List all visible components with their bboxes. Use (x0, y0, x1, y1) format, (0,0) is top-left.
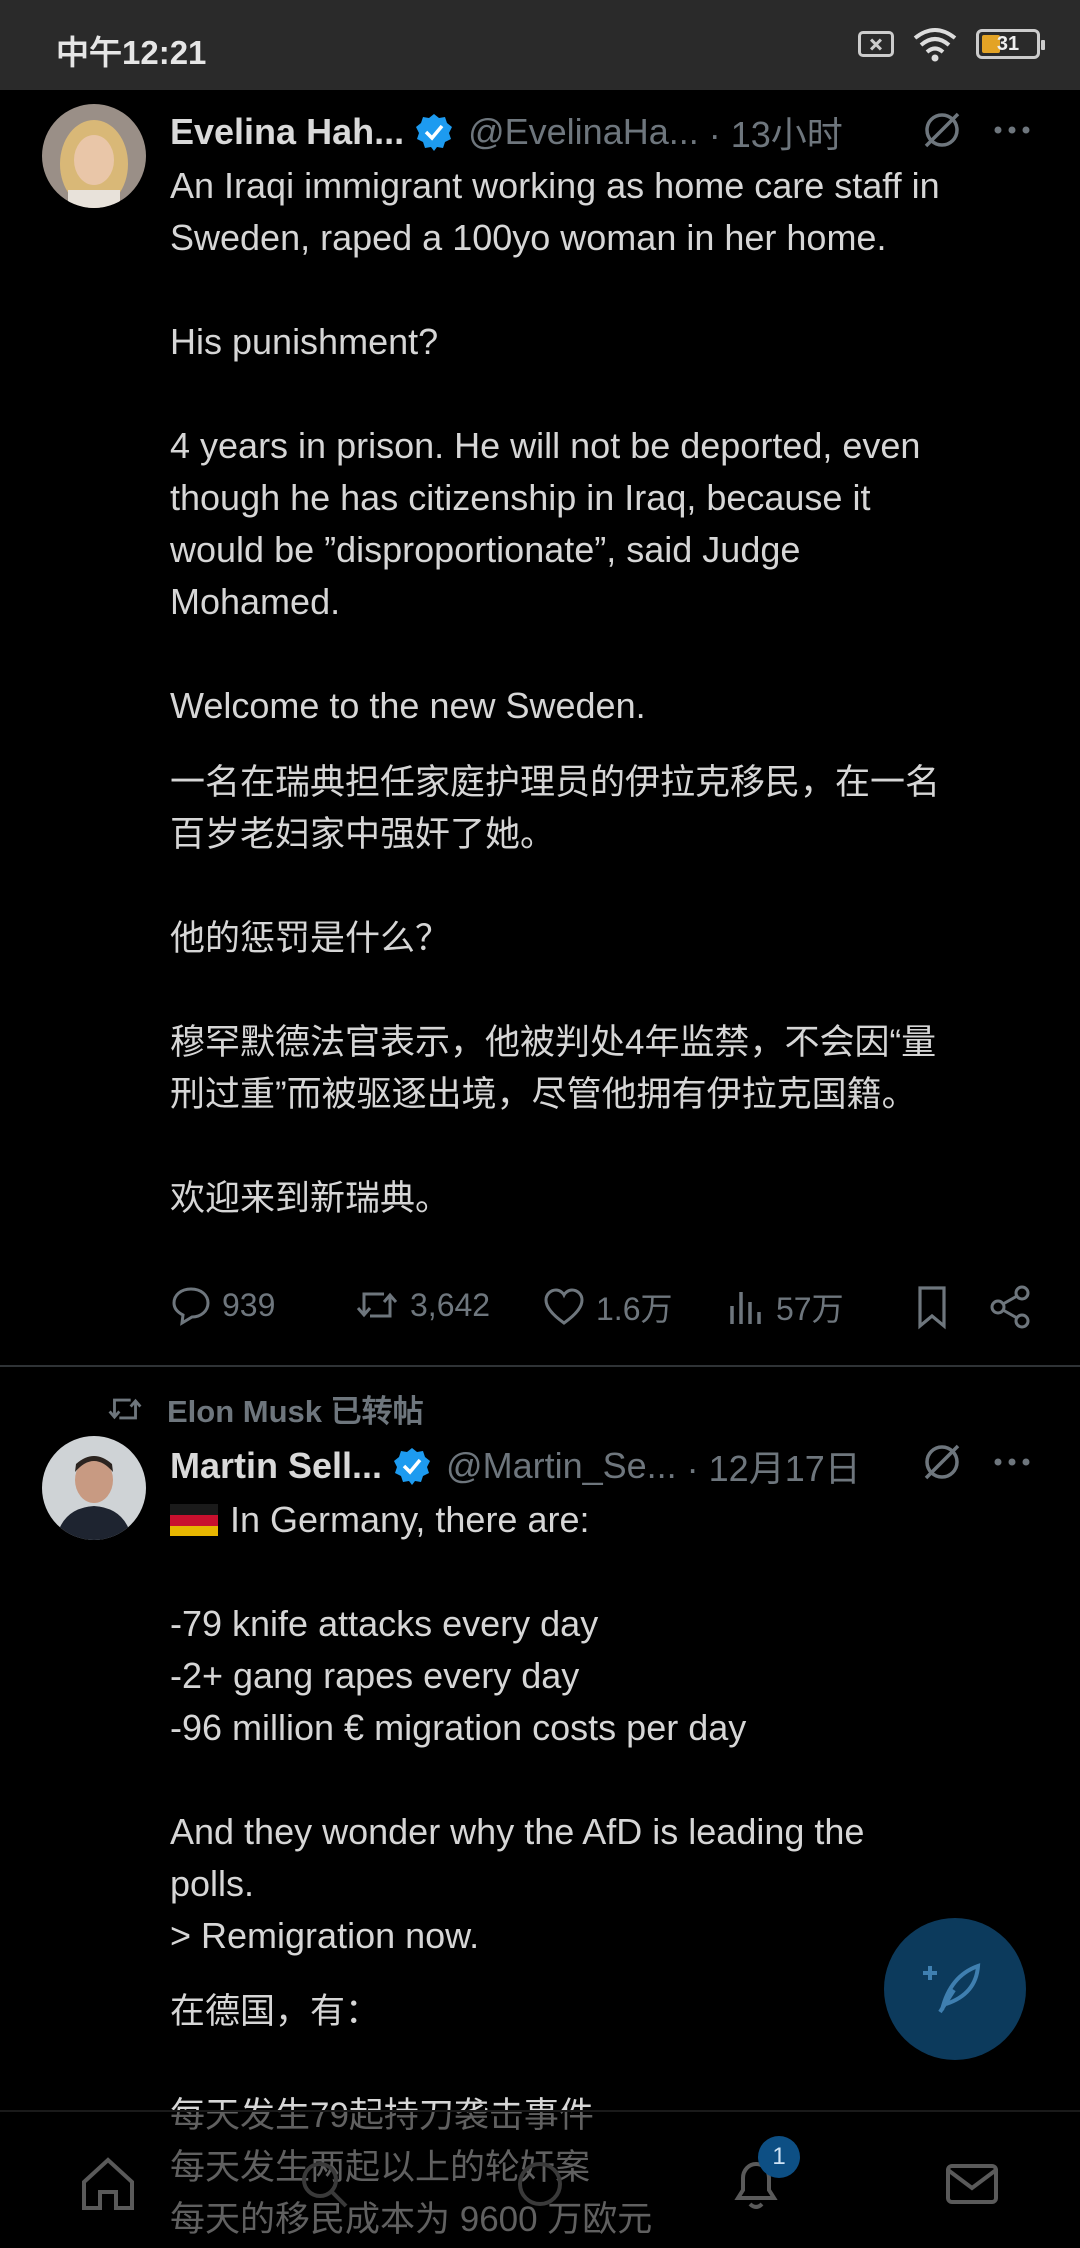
bottom-navigation (0, 2110, 1080, 2248)
more-options-icon[interactable] (990, 1440, 1034, 1484)
reply-count: 939 (222, 1286, 276, 1323)
tweet-evelina[interactable]: Evelina Hah... @EvelinaHa... · 13小时 An I… (0, 0, 1080, 1365)
compose-feather-icon (923, 1963, 981, 2014)
repost-icon (356, 1292, 398, 1318)
like-count: 1.6万 (596, 1291, 673, 1327)
author-name[interactable]: Evelina Hah... (170, 111, 404, 153)
repost-count: 3,642 (410, 1286, 491, 1323)
home-icon[interactable] (76, 2152, 140, 2216)
bookmark-icon[interactable] (912, 1284, 952, 1330)
heart-icon (544, 1288, 584, 1325)
messages-mail-icon[interactable] (940, 2152, 1004, 2216)
compose-button[interactable] (884, 1918, 1026, 2060)
tweet-text-english: -79 knife attacks every day -2+ gang rap… (170, 1603, 865, 1956)
notification-count-badge: 1 (758, 2136, 800, 2178)
grok-icon[interactable] (920, 108, 964, 152)
tweet-actions: 939 3,642 1.6万 57万 (170, 1280, 1050, 1340)
author-handle[interactable]: @EvelinaHa... (468, 111, 699, 153)
repost-label-text: Elon Musk 已转帖 (167, 1394, 424, 1429)
more-options-icon[interactable] (990, 108, 1034, 152)
repost-button[interactable]: 3,642 (354, 1284, 490, 1326)
grok-icon[interactable] (920, 1440, 964, 1484)
views-icon (730, 1292, 761, 1324)
reply-icon (172, 1287, 210, 1326)
tweet-header: Evelina Hah... @EvelinaHa... · 13小时 (170, 106, 843, 158)
spaces-icon[interactable] (508, 2152, 572, 2216)
tweet-text-english-first-line: In Germany, there are: (170, 1494, 1050, 1546)
views-count: 57万 (776, 1291, 844, 1327)
views-button[interactable]: 57万 (726, 1284, 844, 1330)
repost-icon (108, 1398, 142, 1419)
tweet-time[interactable]: · 12月17日 (687, 1440, 861, 1492)
author-handle[interactable]: @Martin_Se... (446, 1445, 677, 1487)
share-icon[interactable] (988, 1284, 1032, 1330)
verified-badge-icon (394, 1448, 431, 1485)
author-name[interactable]: Martin Sell... (170, 1445, 382, 1487)
avatar[interactable] (42, 1436, 146, 1540)
like-button[interactable]: 1.6万 (542, 1284, 673, 1330)
verified-badge-icon (416, 114, 453, 151)
tweet-text-translation: 一名在瑞典担任家庭护理员的伊拉克移民，在一名 百岁老妇家中强奸了她。 他的惩罚是… (170, 763, 941, 1218)
avatar[interactable] (42, 104, 146, 208)
search-icon[interactable] (292, 2152, 356, 2216)
tweet-divider (0, 1365, 1080, 1367)
tweet-header: Martin Sell... @Martin_Se... · 12月17日 (170, 1440, 861, 1492)
tweet-text-english: An Iraqi immigrant working as home care … (170, 165, 940, 726)
repost-label[interactable]: Elon Musk 已转帖 (105, 1386, 424, 1431)
germany-flag-icon (170, 1504, 218, 1536)
reply-button[interactable]: 939 (170, 1284, 275, 1326)
tweet-time[interactable]: · 13小时 (709, 106, 843, 158)
tweet-text-english-heading: In Germany, there are: (230, 1499, 590, 1540)
